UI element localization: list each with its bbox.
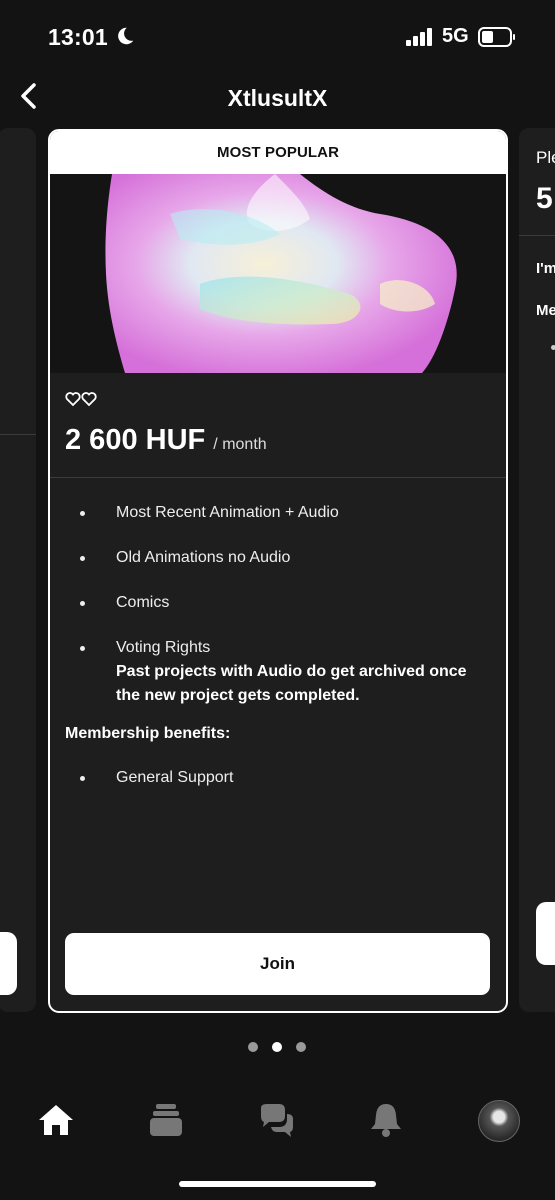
next-tier-card[interactable]: Ple 5 I'm Me (519, 128, 555, 1012)
status-time: 13:01 (48, 24, 108, 50)
divider (519, 235, 555, 236)
benefit-text: Voting Rights (116, 639, 211, 656)
most-popular-banner: MOST POPULAR (50, 131, 506, 174)
membership-list: General Support (65, 766, 233, 790)
list-item: Most Recent Animation + Audio (65, 501, 485, 525)
chat-icon[interactable] (257, 1100, 297, 1140)
list-item: General Support (65, 766, 233, 790)
list-item: Comics (65, 591, 485, 615)
tier-card: MOST POPULAR 2 600 HUF / month Most Rece… (48, 129, 508, 1013)
library-icon[interactable] (146, 1100, 186, 1140)
network-type: 5G (442, 25, 469, 47)
previous-tier-card[interactable] (0, 128, 36, 1012)
tier-price: 2 600 HUF / month (65, 424, 267, 457)
carousel-pager (0, 1042, 555, 1054)
pager-dot[interactable] (248, 1042, 258, 1052)
battery-icon (478, 27, 515, 47)
membership-text: General Support (116, 769, 234, 786)
heart-artwork (105, 174, 457, 373)
hearts-icon (65, 392, 97, 407)
bottom-tab-bar (0, 1090, 555, 1160)
benefit-text: Most Recent Animation + Audio (116, 504, 339, 521)
previous-join-button[interactable] (0, 932, 17, 995)
bullet (551, 345, 555, 350)
tier-image (50, 174, 506, 373)
divider (50, 477, 506, 478)
bullet (80, 556, 85, 561)
price-amount: 2 600 HUF (65, 424, 206, 456)
next-card-text: I'm (536, 260, 555, 277)
next-card-price: 5 (536, 182, 553, 215)
benefit-text: Old Animations no Audio (116, 549, 291, 566)
pager-dot-active[interactable] (272, 1042, 282, 1052)
archive-note: Past projects with Audio do get archived… (116, 663, 467, 704)
bell-icon[interactable] (366, 1100, 406, 1140)
membership-heading: Membership benefits: (65, 725, 231, 742)
signal-icon (406, 28, 432, 46)
moon-icon (118, 27, 134, 45)
page-title: XtlusultX (227, 85, 328, 111)
bullet (80, 776, 85, 781)
avatar[interactable] (478, 1100, 520, 1142)
next-card-heading: Me (536, 302, 555, 319)
price-period: / month (213, 436, 267, 453)
benefits-list: Most Recent Animation + Audio Old Animat… (65, 501, 485, 729)
list-item: Voting Rights Past projects with Audio do… (65, 636, 485, 708)
home-indicator (179, 1181, 376, 1187)
bullet (80, 601, 85, 606)
next-card-title: Ple (536, 148, 555, 167)
next-join-button[interactable] (536, 902, 555, 965)
benefit-text: Comics (116, 594, 170, 611)
bullet (80, 511, 85, 516)
list-item: Old Animations no Audio (65, 546, 485, 570)
join-button[interactable]: Join (65, 933, 490, 995)
bullet (80, 646, 85, 651)
pager-dot[interactable] (296, 1042, 306, 1052)
status-bar: 13:01 5G (0, 0, 555, 76)
home-icon[interactable] (36, 1100, 76, 1140)
divider (0, 434, 36, 435)
